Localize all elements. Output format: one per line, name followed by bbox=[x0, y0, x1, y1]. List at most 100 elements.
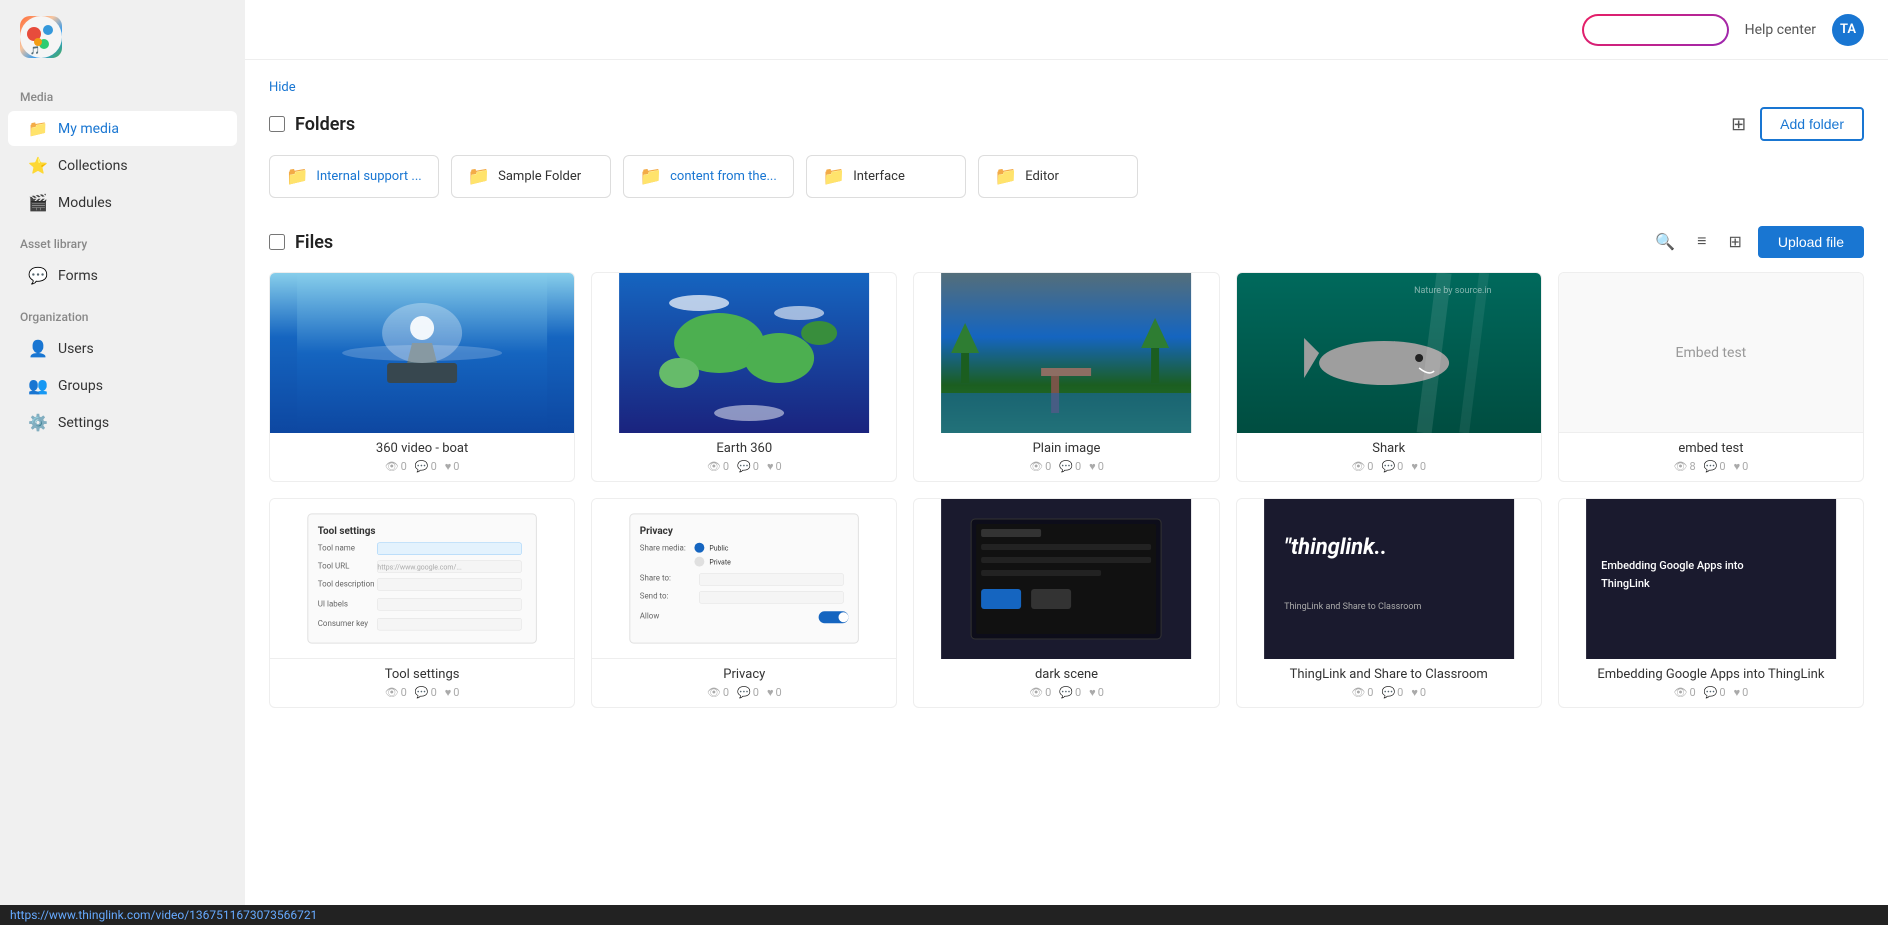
file-card[interactable]: ••• Tool settings Tool name Tool URL htt… bbox=[269, 498, 575, 708]
file-info: ThingLink and Share to Classroom 👁 0 💬 0… bbox=[1237, 659, 1541, 707]
file-name: Shark bbox=[1247, 441, 1531, 456]
folder-item[interactable]: 📁 content from the... bbox=[623, 155, 794, 198]
svg-text:Private: Private bbox=[710, 559, 732, 567]
svg-text:Tool settings: Tool settings bbox=[318, 526, 376, 537]
comments-stat: 💬 0 bbox=[415, 686, 437, 699]
folder-item[interactable]: 📁 Editor bbox=[978, 155, 1138, 198]
svg-text:Tool name: Tool name bbox=[318, 544, 355, 553]
upgrade-account-button[interactable]: Upgrade account bbox=[1582, 14, 1729, 46]
likes-stat: ♥ 0 bbox=[767, 686, 782, 699]
organization-section-label: Organization bbox=[0, 294, 245, 330]
file-card[interactable]: ••• bbox=[591, 272, 897, 482]
file-card[interactable]: ••• bbox=[913, 498, 1219, 708]
file-stats: 👁 8 💬 0 ♥ 0 bbox=[1569, 460, 1853, 473]
sidebar-item-modules[interactable]: 🎬 Modules bbox=[8, 185, 237, 220]
folder-name: Internal support ... bbox=[316, 169, 421, 184]
sidebar-item-users[interactable]: 👤 Users bbox=[8, 331, 237, 366]
file-info: embed test 👁 8 💬 0 ♥ 0 bbox=[1559, 433, 1863, 481]
sidebar-item-forms[interactable]: 💬 Forms bbox=[8, 258, 237, 293]
file-thumbnail: Nature by source.in bbox=[1237, 273, 1541, 433]
views-stat: 👁 0 bbox=[1351, 686, 1373, 699]
file-name: ThingLink and Share to Classroom bbox=[1247, 667, 1531, 682]
folder-item[interactable]: 📁 Interface bbox=[806, 155, 966, 198]
files-checkbox[interactable] bbox=[269, 234, 285, 250]
folders-section-header: Folders ⊞ Add folder bbox=[269, 107, 1864, 141]
comments-stat: 💬 0 bbox=[737, 460, 759, 473]
likes-stat: ♥ 0 bbox=[1734, 686, 1749, 699]
files-section-title: Files bbox=[295, 232, 333, 253]
file-info: Earth 360 👁 0 💬 0 ♥ 0 bbox=[592, 433, 896, 481]
file-info: Plain image 👁 0 💬 0 ♥ 0 bbox=[914, 433, 1218, 481]
file-info: Shark 👁 0 💬 0 ♥ 0 bbox=[1237, 433, 1541, 481]
file-thumbnail: "thinglink.. ThingLink and Share to Clas… bbox=[1237, 499, 1541, 659]
sidebar-item-settings[interactable]: ⚙️ Settings bbox=[8, 405, 237, 440]
likes-stat: ♥ 0 bbox=[767, 460, 782, 473]
comments-stat: 💬 0 bbox=[1059, 460, 1081, 473]
sidebar-item-collections[interactable]: ⭐ Collections bbox=[8, 148, 237, 183]
comments-stat: 💬 0 bbox=[415, 460, 437, 473]
sidebar-item-label: Groups bbox=[58, 378, 103, 394]
file-thumbnail: Privacy Share media: Public Private Shar… bbox=[592, 499, 896, 659]
asset-library-section-label: Asset library bbox=[0, 221, 245, 257]
files-section-header: Files 🔍 ≡ ⊞ Upload file bbox=[269, 226, 1864, 258]
file-name: dark scene bbox=[924, 667, 1208, 682]
files-grid: ••• bbox=[269, 272, 1864, 708]
sidebar-item-label: Users bbox=[58, 341, 94, 357]
folder-name: Sample Folder bbox=[498, 169, 581, 184]
folder-item[interactable]: 📁 Sample Folder bbox=[451, 155, 611, 198]
file-card[interactable]: ••• bbox=[913, 272, 1219, 482]
file-card[interactable]: ••• Embedding Google Apps into ThingLink… bbox=[1558, 498, 1864, 708]
filter-button[interactable]: ≡ bbox=[1691, 229, 1712, 255]
file-info: Privacy 👁 0 💬 0 ♥ 0 bbox=[592, 659, 896, 707]
groups-icon: 👥 bbox=[28, 376, 48, 395]
file-stats: 👁 0 💬 0 ♥ 0 bbox=[1247, 686, 1531, 699]
hide-link[interactable]: Hide bbox=[269, 80, 296, 95]
svg-text:"thinglink..: "thinglink.. bbox=[1284, 535, 1387, 560]
file-thumbnail bbox=[592, 273, 896, 433]
user-avatar[interactable]: TA bbox=[1832, 14, 1864, 46]
users-icon: 👤 bbox=[28, 339, 48, 358]
file-info: Tool settings 👁 0 💬 0 ♥ 0 bbox=[270, 659, 574, 707]
folder-icon: 📁 bbox=[468, 166, 490, 187]
folders-checkbox[interactable] bbox=[269, 116, 285, 132]
folder-item[interactable]: 📁 Internal support ... bbox=[269, 155, 439, 198]
views-stat: 👁 0 bbox=[707, 460, 729, 473]
file-thumbnail: Embed test bbox=[1559, 273, 1863, 433]
file-card[interactable]: ••• Embed test embed test 👁 8 💬 0 ♥ 0 bbox=[1558, 272, 1864, 482]
svg-text:Embedding Google Apps into: Embedding Google Apps into bbox=[1601, 559, 1743, 572]
folders-grid: 📁 Internal support ... 📁 Sample Folder 📁… bbox=[269, 155, 1864, 198]
folder-icon: 📁 bbox=[286, 166, 308, 187]
media-section-label: Media bbox=[0, 74, 245, 110]
help-center-link[interactable]: Help center bbox=[1745, 22, 1816, 38]
svg-text:UI labels: UI labels bbox=[318, 599, 348, 608]
upload-file-button[interactable]: Upload file bbox=[1758, 226, 1864, 258]
likes-stat: ♥ 0 bbox=[1089, 686, 1104, 699]
modules-icon: 🎬 bbox=[28, 193, 48, 212]
file-card[interactable]: ••• bbox=[1236, 272, 1542, 482]
sidebar-item-label: My media bbox=[58, 121, 119, 137]
svg-text:🎵: 🎵 bbox=[30, 46, 40, 55]
folders-grid-view-button[interactable]: ⊞ bbox=[1727, 110, 1750, 139]
folders-title-row: Folders bbox=[269, 114, 355, 135]
search-button[interactable]: 🔍 bbox=[1649, 228, 1681, 256]
sidebar-item-my-media[interactable]: 📁 My media bbox=[8, 111, 237, 146]
sidebar-item-label: Forms bbox=[58, 268, 98, 284]
comments-stat: 💬 0 bbox=[737, 686, 759, 699]
file-thumbnail: Tool settings Tool name Tool URL https:/… bbox=[270, 499, 574, 659]
views-stat: 👁 8 bbox=[1674, 460, 1696, 473]
views-stat: 👁 0 bbox=[385, 460, 407, 473]
comments-stat: 💬 0 bbox=[1704, 460, 1726, 473]
folder-name: Interface bbox=[853, 169, 905, 184]
views-stat: 👁 0 bbox=[385, 686, 407, 699]
file-card[interactable]: ••• "thinglink.. ThingLink and Share to … bbox=[1236, 498, 1542, 708]
file-card[interactable]: ••• bbox=[269, 272, 575, 482]
grid-view-button[interactable]: ⊞ bbox=[1722, 228, 1747, 256]
settings-icon: ⚙️ bbox=[28, 413, 48, 432]
embed-thumb-label: Embed test bbox=[1676, 345, 1747, 361]
sidebar-item-groups[interactable]: 👥 Groups bbox=[8, 368, 237, 403]
file-stats: 👁 0 💬 0 ♥ 0 bbox=[280, 460, 564, 473]
file-card[interactable]: ••• Privacy Share media: Public Private … bbox=[591, 498, 897, 708]
add-folder-button[interactable]: Add folder bbox=[1760, 107, 1864, 141]
views-stat: 👁 0 bbox=[1351, 460, 1373, 473]
svg-text:Privacy: Privacy bbox=[640, 526, 673, 537]
